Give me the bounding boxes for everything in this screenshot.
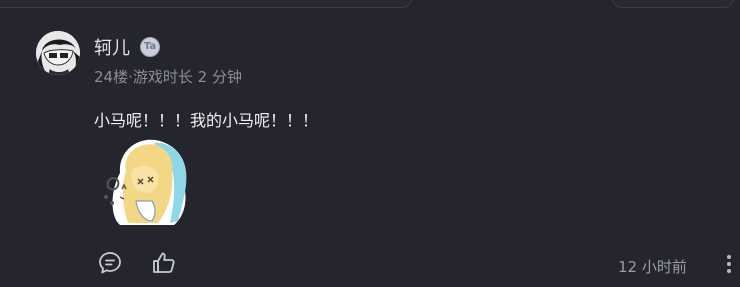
- comment-button[interactable]: [97, 250, 123, 276]
- avatar[interactable]: [36, 31, 80, 75]
- user-badge-icon: Ta: [140, 37, 160, 57]
- sticker-image: [98, 131, 196, 229]
- more-vertical-icon: [727, 255, 731, 273]
- more-options-button[interactable]: [722, 252, 736, 276]
- previous-card-edge: [0, 0, 412, 8]
- comment-content: 小马呢！！！我的小马呢！！！: [94, 111, 319, 130]
- play-time: 游戏时长 2 分钟: [132, 68, 242, 86]
- floor-number: 24楼: [94, 68, 129, 86]
- username[interactable]: 轲儿: [94, 34, 130, 60]
- comment-meta: 24楼·游戏时长 2 分钟: [94, 66, 242, 87]
- previous-card-button-edge: [612, 0, 734, 8]
- comment-icon: [99, 252, 121, 274]
- comment-timestamp: 12 小时前: [618, 258, 687, 276]
- thumbs-up-icon: [153, 252, 175, 273]
- like-button[interactable]: [151, 250, 177, 276]
